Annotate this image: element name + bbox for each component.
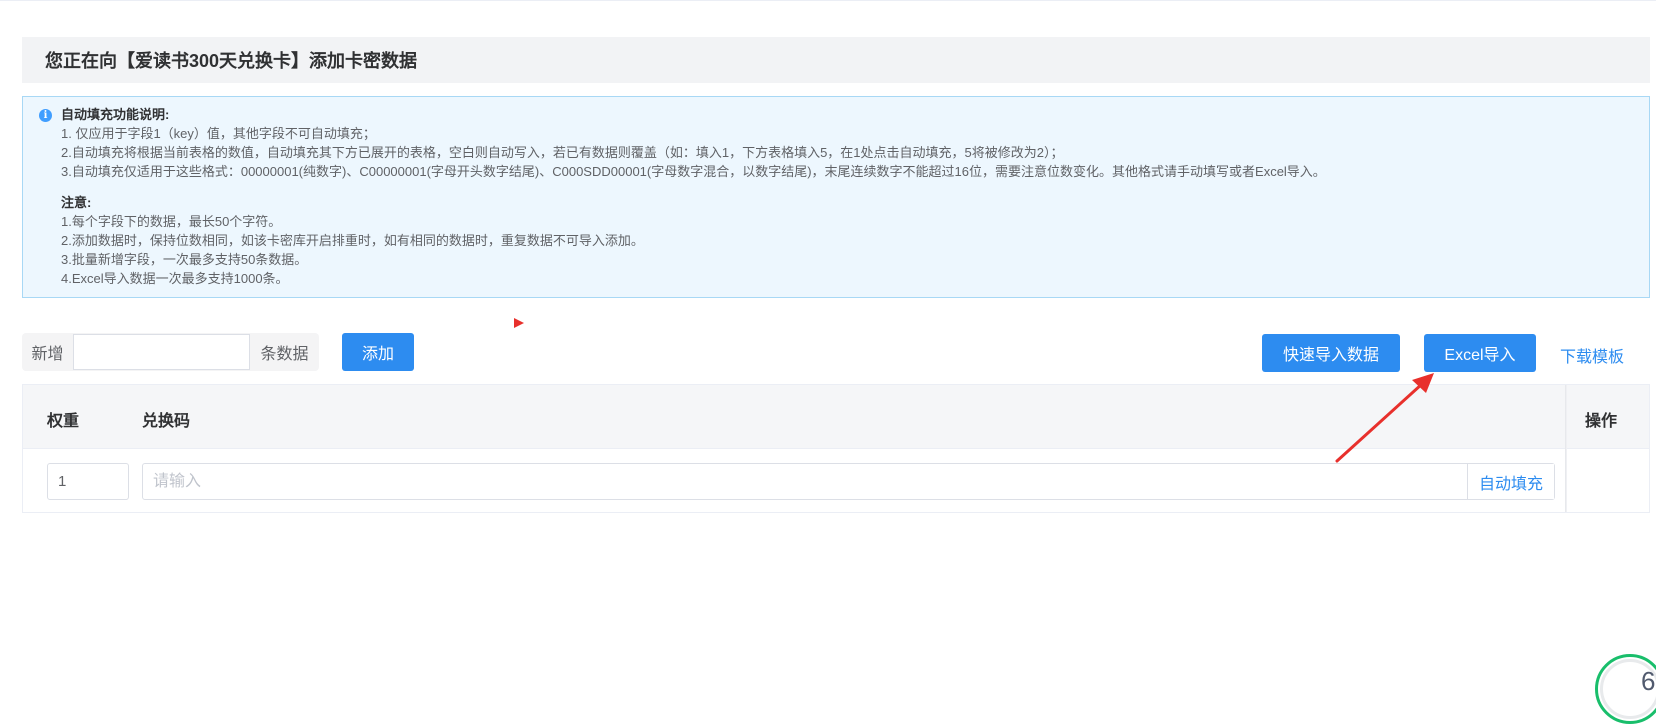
annotation-arrow-line (1335, 382, 1424, 463)
annotation-arrow (1335, 373, 1434, 463)
progress-value: 63 (1641, 666, 1656, 696)
progress-indicator: 63% (1641, 666, 1656, 697)
